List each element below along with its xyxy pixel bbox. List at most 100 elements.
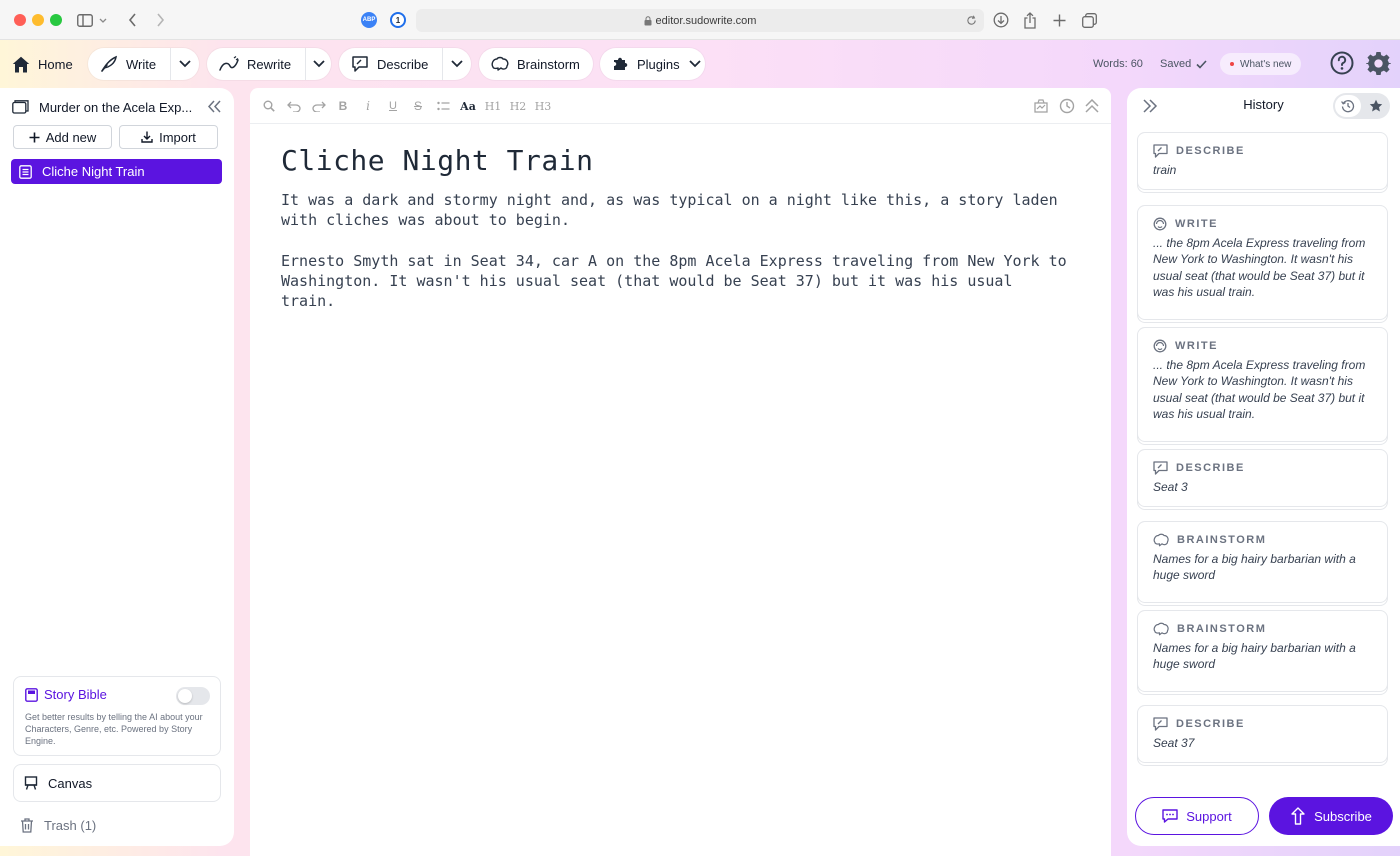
adblock-extension-icon[interactable]: ABP [361,12,377,28]
minimize-window-button[interactable] [32,14,44,26]
tab-overview-icon[interactable] [1079,10,1099,30]
trash-link[interactable]: Trash (1) [20,818,96,833]
write-icon [1153,339,1167,353]
sidebar-toggle-icon[interactable] [75,10,95,30]
support-button[interactable]: Support [1135,797,1259,835]
zoom-window-button[interactable] [50,14,62,26]
describe-icon [352,56,368,72]
gear-icon[interactable] [1364,51,1393,81]
paragraph-2[interactable]: Ernesto Smyth sat in Seat 34, car A on t… [281,251,1071,311]
bullet-list-icon[interactable] [434,97,452,115]
history-card[interactable]: DESCRIBE train [1137,132,1388,190]
brainstorm-icon [1153,533,1169,547]
history-card[interactable]: WRITE ... the 8pm Acela Express traveling… [1137,205,1388,320]
reload-icon[interactable] [966,15,977,26]
project-title[interactable]: Murder on the Acela Exp... [39,100,199,115]
import-icon [141,131,153,143]
story-bible-card: Story Bible Get better results by tellin… [13,676,221,756]
strikethrough-button[interactable]: S [409,97,427,115]
write-icon [1153,217,1167,231]
heading-2-button[interactable]: H2 [509,97,527,115]
feather-pen-icon [101,55,117,72]
describe-icon [1153,144,1168,158]
project-header: Murder on the Acela Exp... [12,98,222,116]
search-icon[interactable] [260,97,278,115]
subscribe-label: Subscribe [1314,808,1372,824]
favorites-tab[interactable] [1364,95,1388,117]
history-tab[interactable] [1335,95,1361,117]
heading-1-button[interactable]: H1 [484,97,502,115]
bold-button[interactable]: B [334,97,352,115]
history-view-toggle [1333,93,1390,119]
back-icon[interactable] [122,10,142,30]
history-card-kind: WRITE [1153,217,1218,231]
history-card[interactable]: BRAINSTORM Names for a big hairy barbaria… [1137,610,1388,692]
add-new-document-button[interactable]: Add new [13,125,112,149]
canvas-button[interactable]: Canvas [13,764,221,802]
italic-button[interactable]: i [359,97,377,115]
history-card[interactable]: DESCRIBE Seat 37 [1137,705,1388,763]
underline-button[interactable]: U [384,97,402,115]
describe-button[interactable]: Describe [339,48,442,80]
chevron-down-icon[interactable] [96,10,110,30]
rewrite-button[interactable]: Rewrite [207,48,305,80]
downloads-icon[interactable] [991,10,1011,30]
brain-icon [491,56,509,71]
add-new-label: Add new [45,129,97,145]
collapse-up-icon[interactable] [1083,97,1101,115]
history-card-text: Seat 37 [1153,736,1195,750]
story-bible-toggle[interactable] [176,687,210,705]
top-navigation: Home Write Rewrite Describe Brainstorm P… [0,40,1400,88]
password-manager-extension-icon[interactable]: 1 [390,12,406,28]
url-text: editor.sudowrite.com [655,14,757,27]
brainstorm-button[interactable]: Brainstorm [479,48,593,80]
describe-icon [1153,461,1168,475]
history-card-kind-label: BRAINSTORM [1177,623,1267,635]
redo-icon[interactable] [310,97,328,115]
undo-icon[interactable] [285,97,303,115]
brainstorm-icon [1153,622,1169,636]
import-button[interactable]: Import [119,125,218,149]
font-style-button[interactable]: Aa [459,97,477,115]
write-label: Write [126,56,157,72]
paragraph-1[interactable]: It was a dark and stormy night and, as w… [281,190,1071,230]
rewrite-label: Rewrite [247,56,292,72]
history-card[interactable]: DESCRIBE Seat 3 [1137,449,1388,507]
history-card[interactable]: WRITE ... the 8pm Acela Express traveling… [1137,327,1388,442]
upgrade-arrow-icon [1291,807,1305,825]
describe-options-dropdown[interactable] [442,48,471,80]
history-card-kind: BRAINSTORM [1153,533,1266,547]
heading-3-button[interactable]: H3 [534,97,552,115]
document-title[interactable]: Cliche Night Train [281,144,593,177]
story-bible-header[interactable]: Story Bible [25,687,107,702]
document-item-cliche-night-train[interactable]: Cliche Night Train [11,159,222,184]
history-card-kind: BRAINSTORM [1153,622,1266,636]
whats-new-button[interactable]: What's new [1220,53,1302,75]
forward-icon[interactable] [150,10,170,30]
new-tab-icon[interactable] [1049,10,1069,30]
history-card-kind: DESCRIBE [1153,144,1245,158]
story-bible-description: Get better results by telling the AI abo… [25,712,203,746]
subscribe-button[interactable]: Subscribe [1269,797,1393,835]
home-link[interactable]: Home [12,50,73,78]
close-window-button[interactable] [14,14,26,26]
history-card-text: Seat 3 [1153,480,1188,494]
canvas-view-icon[interactable] [1032,97,1050,115]
home-icon [12,56,30,72]
puzzle-icon [614,57,628,70]
history-card-kind-label: DESCRIBE [1176,145,1245,157]
book-icon [25,687,38,702]
plugins-dropdown[interactable]: Plugins [600,48,705,80]
canvas-label: Canvas [48,775,93,791]
address-bar[interactable]: editor.sudowrite.com [416,9,984,32]
collapse-sidebar-icon[interactable] [207,100,222,113]
write-options-dropdown[interactable] [170,48,199,80]
help-icon[interactable] [1330,51,1354,80]
write-button[interactable]: Write [88,48,170,80]
history-card[interactable]: BRAINSTORM Names for a big hairy barbaria… [1137,521,1388,603]
share-icon[interactable] [1020,10,1040,30]
history-clock-icon[interactable] [1058,97,1076,115]
chevron-down-icon [312,60,325,68]
document-label: Cliche Night Train [42,164,145,179]
rewrite-options-dropdown[interactable] [305,48,331,80]
